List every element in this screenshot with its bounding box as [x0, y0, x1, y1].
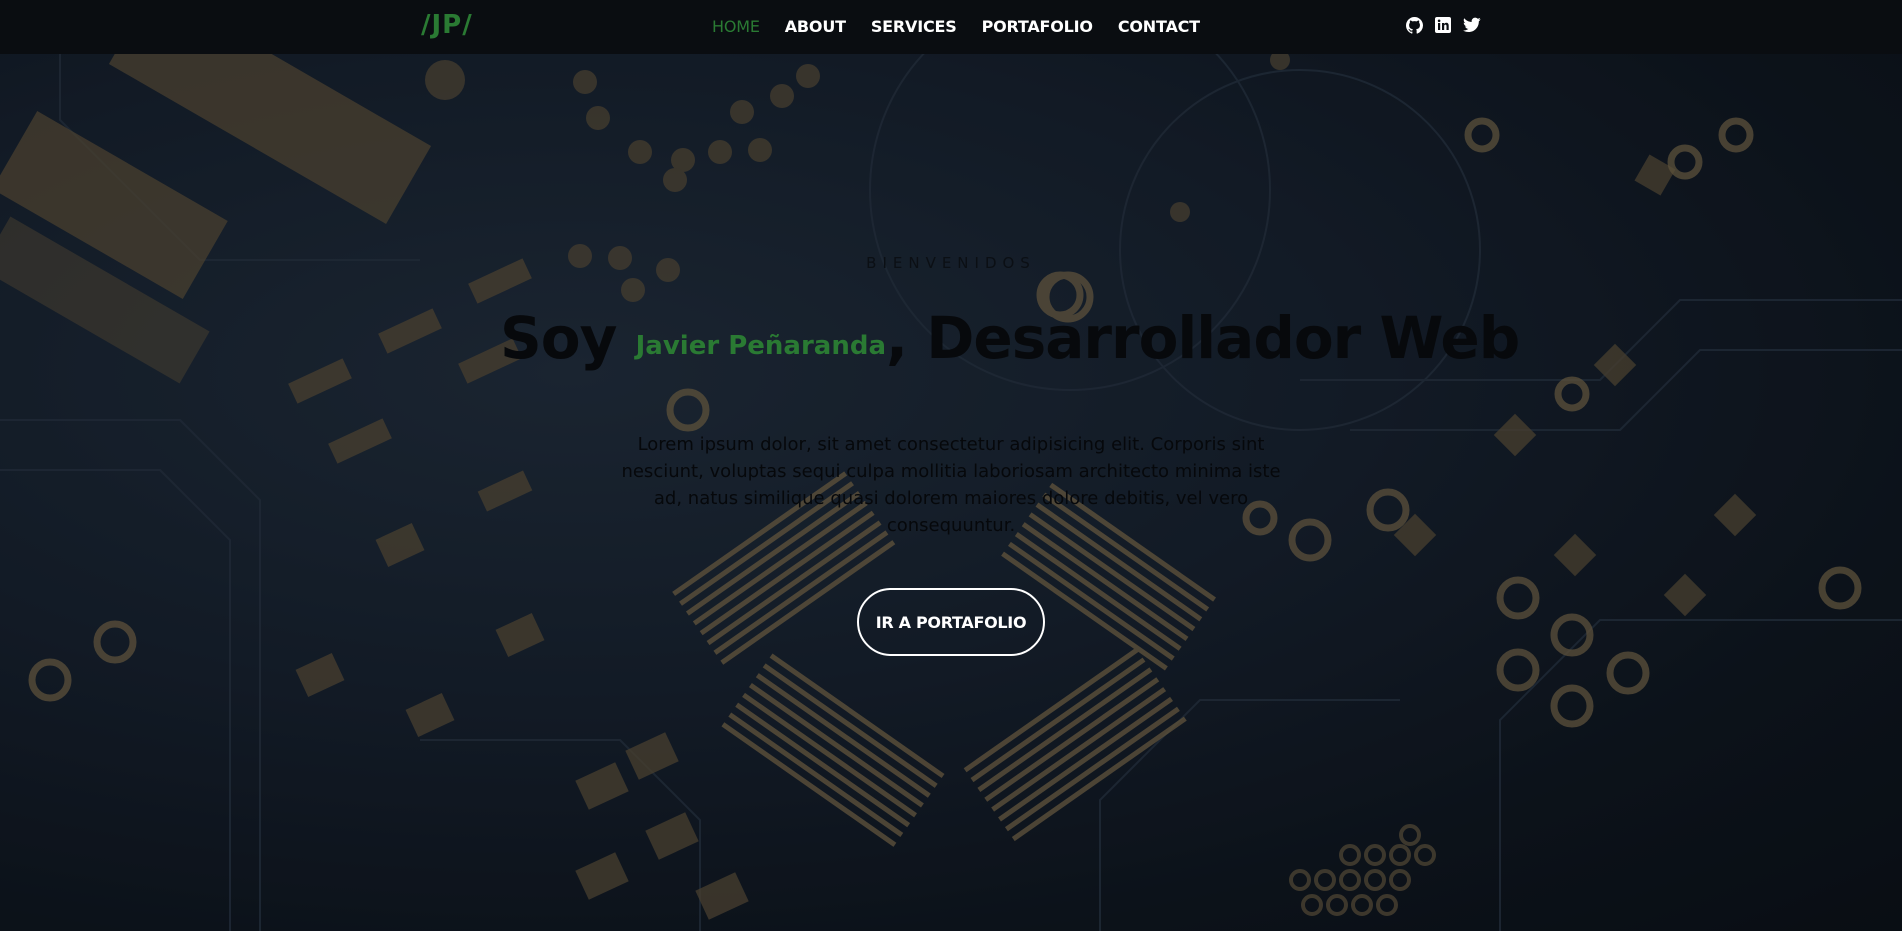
hero-headline: Soy Javier Peñaranda, Desarrollador Web — [500, 304, 1520, 372]
social-links — [1405, 16, 1481, 34]
nav-item-home[interactable]: HOME — [712, 17, 760, 36]
main-nav: HOME ABOUT SERVICES PORTAFOLIO CONTACT — [712, 17, 1225, 36]
nav-item-portafolio[interactable]: PORTAFOLIO — [982, 17, 1093, 36]
headline-prefix: Soy — [500, 304, 636, 372]
nav-item-about[interactable]: ABOUT — [785, 17, 846, 36]
nav-item-services[interactable]: SERVICES — [871, 17, 957, 36]
github-icon[interactable] — [1405, 16, 1423, 34]
site-logo[interactable]: /JP/ — [421, 10, 473, 40]
hero-intro-text: Lorem ipsum dolor, sit amet consectetur … — [621, 434, 1281, 536]
linkedin-icon[interactable] — [1434, 16, 1452, 34]
headline-name: Javier Peñaranda — [635, 331, 886, 361]
hero-kicker: BIENVENIDOS — [866, 254, 1036, 272]
nav-item-contact[interactable]: CONTACT — [1118, 17, 1200, 36]
headline-suffix: , Desarrollador Web — [886, 304, 1520, 372]
twitter-icon[interactable] — [1463, 16, 1481, 34]
portfolio-cta-button[interactable]: IR A PORTAFOLIO — [857, 588, 1045, 656]
hero-section: BIENVENIDOS Soy Javier Peñaranda, Desarr… — [0, 0, 1902, 931]
top-navbar: /JP/ HOME ABOUT SERVICES PORTAFOLIO CONT… — [0, 0, 1902, 54]
